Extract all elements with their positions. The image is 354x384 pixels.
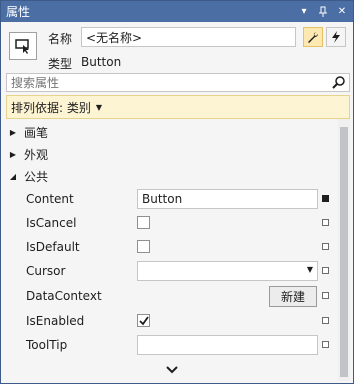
property-row-isdefault: IsDefault — [6, 235, 338, 259]
property-name: Content — [26, 192, 74, 206]
category-common[interactable]: ◢ 公共 — [6, 165, 338, 187]
property-row-tooltip: ToolTip — [6, 333, 338, 357]
lightning-icon — [332, 31, 340, 43]
category-label: 公共 — [24, 169, 49, 184]
property-row-iscancel: IsCancel — [6, 211, 338, 235]
category-label: 外观 — [24, 147, 49, 162]
advanced-options-marker[interactable] — [322, 195, 329, 202]
content-input[interactable]: Button — [137, 189, 318, 209]
advanced-options-marker[interactable] — [322, 292, 329, 299]
iscancel-checkbox[interactable] — [137, 216, 150, 229]
advanced-options-marker[interactable] — [322, 317, 329, 324]
properties-view-button[interactable] — [303, 27, 323, 47]
chevron-down-icon: ▼ — [95, 102, 103, 112]
cursor-combobox[interactable]: ▼ — [137, 261, 318, 281]
search-box[interactable] — [6, 73, 350, 92]
wrench-icon — [308, 32, 318, 43]
vertical-scrollbar[interactable] — [338, 119, 350, 381]
events-view-button[interactable] — [326, 27, 346, 47]
advanced-options-marker[interactable] — [322, 243, 329, 250]
type-value: Button — [81, 55, 122, 69]
checkmark-icon — [138, 315, 149, 325]
advanced-options-marker[interactable] — [322, 341, 329, 348]
property-grid: ▶ 画笔 ▶ 外观 ◢ 公共 Content Button IsCancel I… — [6, 119, 350, 381]
sort-by-label: 排列依据: 类别 — [11, 100, 91, 115]
category-label: 画笔 — [24, 125, 49, 140]
name-label: 名称 — [48, 32, 73, 46]
property-name: IsDefault — [26, 240, 80, 254]
search-input[interactable] — [7, 74, 327, 91]
window-title: 属性 — [6, 5, 31, 19]
property-name: DataContext — [26, 289, 102, 303]
properties-window: 属性 ▾ ✕ 名称 类型 Button — [0, 0, 354, 384]
property-row-content: Content Button — [6, 187, 338, 211]
property-name: ToolTip — [26, 338, 68, 352]
property-name: IsCancel — [26, 216, 77, 230]
isenabled-checkbox[interactable] — [137, 314, 150, 327]
advanced-options-marker[interactable] — [322, 267, 329, 274]
pin-icon[interactable] — [315, 4, 331, 20]
dropdown-icon[interactable]: ▾ — [296, 4, 312, 20]
search-icon[interactable] — [332, 75, 346, 92]
close-icon[interactable]: ✕ — [334, 4, 350, 20]
advanced-options-marker[interactable] — [322, 219, 329, 226]
expand-arrow-icon[interactable]: ▶ — [6, 150, 20, 159]
show-more-chevron-icon[interactable] — [166, 363, 178, 377]
sort-by-dropdown[interactable]: 排列依据: 类别 ▼ — [6, 95, 350, 119]
category-brush[interactable]: ▶ 画笔 — [6, 121, 338, 143]
property-row-isenabled: IsEnabled — [6, 309, 338, 333]
element-preview-icon — [9, 32, 37, 60]
property-name: Cursor — [26, 264, 66, 278]
properties-header: 名称 类型 Button — [1, 22, 353, 71]
tooltip-input[interactable] — [137, 335, 318, 355]
expand-arrow-icon[interactable]: ▶ — [6, 128, 20, 137]
name-input[interactable] — [81, 27, 296, 47]
property-row-datacontext: DataContext 新建 — [6, 284, 338, 308]
title-bar: 属性 ▾ ✕ — [1, 1, 353, 22]
new-button[interactable]: 新建 — [269, 286, 317, 307]
chevron-down-icon: ▼ — [306, 265, 313, 274]
type-label: 类型 — [48, 57, 73, 71]
collapse-arrow-icon[interactable]: ◢ — [6, 172, 20, 181]
scrollbar-thumb[interactable] — [340, 127, 348, 377]
isdefault-checkbox[interactable] — [137, 240, 150, 253]
property-name: IsEnabled — [26, 314, 85, 328]
category-appearance[interactable]: ▶ 外观 — [6, 143, 338, 165]
property-row-cursor: Cursor ▼ — [6, 259, 338, 283]
